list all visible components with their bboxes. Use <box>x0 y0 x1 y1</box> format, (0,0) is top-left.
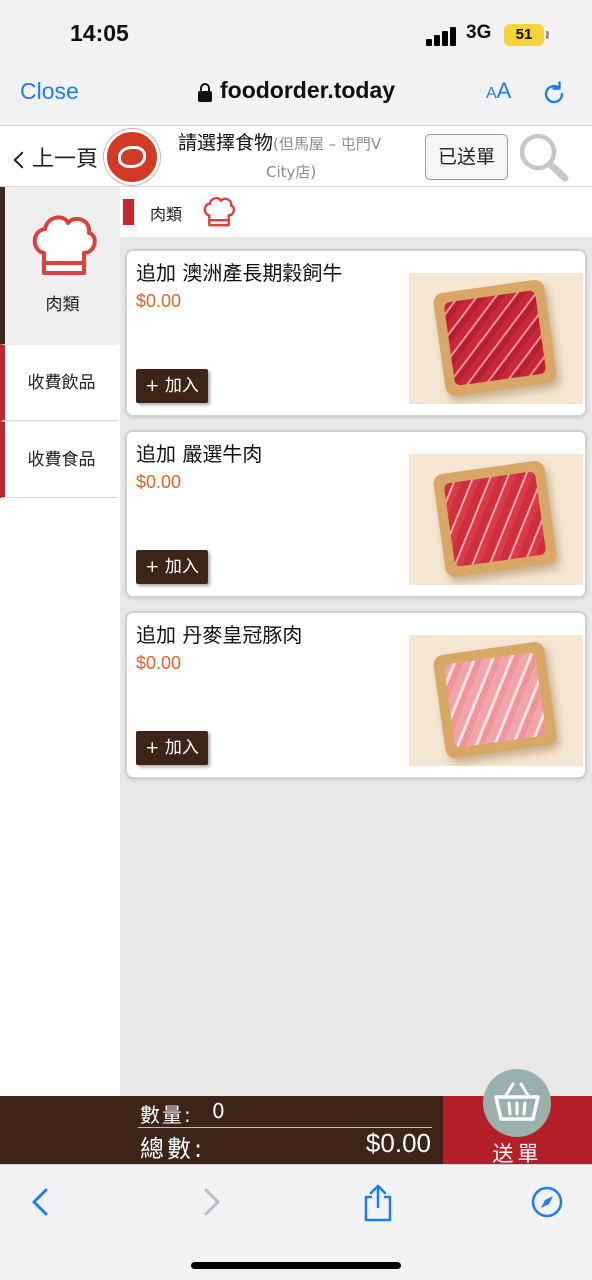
back-button[interactable]: 上一頁 <box>12 141 98 173</box>
restaurant-logo <box>104 129 160 185</box>
url-domain[interactable]: foodorder.today <box>220 77 395 104</box>
item-photo <box>409 454 583 585</box>
signal-icon <box>426 26 460 46</box>
text-size-large-glyph: A <box>496 78 512 103</box>
chef-hat-icon <box>203 196 236 227</box>
meat-tray-image <box>432 640 558 760</box>
category-label: 肉類 <box>45 295 80 315</box>
browser-url-bar: Close foodorder.today AA <box>0 66 592 126</box>
text-size-small-glyph: A <box>486 85 497 102</box>
category-sidebar: 肉類 收費飲品 收費食品 <box>0 187 120 1096</box>
chevron-left-icon <box>13 151 31 169</box>
lock-icon <box>198 83 212 103</box>
network-type: 3G <box>466 22 492 43</box>
page-title: 請選擇食物(但馬屋 – 屯門V <box>178 129 418 158</box>
share-icon[interactable] <box>362 1183 394 1223</box>
item-name: 追加 澳洲產長期穀飼牛 <box>136 261 343 285</box>
forward-arrow-icon[interactable] <box>198 1187 224 1217</box>
compass-icon[interactable] <box>530 1185 564 1219</box>
section-title: 肉類 <box>150 205 183 224</box>
battery-icon: 51 <box>504 24 549 46</box>
item-photo <box>409 273 583 404</box>
status-bar: 14:05 3G 51 <box>0 0 592 66</box>
category-item-paid-food[interactable]: 收費食品 <box>0 421 118 498</box>
home-indicator <box>191 1262 401 1269</box>
category-item-meat[interactable]: 肉類 <box>0 187 120 344</box>
text-size-button[interactable]: AA <box>486 78 511 104</box>
order-summary-bar: 數量: 0 總數: $0.00 <box>0 1096 443 1164</box>
back-label: 上一頁 <box>32 147 99 172</box>
status-time: 14:05 <box>70 20 129 46</box>
item-name: 追加 丹麥皇冠豚肉 <box>136 623 303 647</box>
add-item-button[interactable]: + 加入 <box>136 731 208 765</box>
shop-name-line2: City店) <box>266 163 317 181</box>
menu-item-card[interactable]: 追加 丹麥皇冠豚肉 $0.00 + 加入 <box>125 611 587 779</box>
quantity-label: 數量: <box>140 1103 193 1127</box>
section-header: 肉類 <box>120 187 592 237</box>
category-item-paid-drinks[interactable]: 收費飲品 <box>0 344 118 421</box>
app-header: 上一頁 請選擇食物(但馬屋 – 屯門V City店) 已送單 <box>0 127 592 187</box>
search-icon[interactable] <box>516 131 570 183</box>
quantity-value: 0 <box>212 1099 225 1123</box>
menu-item-card[interactable]: 追加 嚴選牛肉 $0.00 + 加入 <box>125 430 587 598</box>
item-price: $0.00 <box>136 291 182 311</box>
meat-tray-image <box>432 459 558 579</box>
section-accent-bar <box>123 199 134 225</box>
meat-tray-image <box>432 278 558 398</box>
add-item-button[interactable]: + 加入 <box>136 369 208 403</box>
item-name: 追加 嚴選牛肉 <box>136 442 263 466</box>
shop-name-line1: (但馬屋 – 屯門V <box>273 135 382 153</box>
sent-orders-button[interactable]: 已送單 <box>425 134 508 180</box>
reload-icon[interactable] <box>540 80 568 108</box>
menu-item-card[interactable]: 追加 澳洲產長期穀飼牛 $0.00 + 加入 <box>125 249 587 417</box>
item-price: $0.00 <box>136 472 182 492</box>
close-button[interactable]: Close <box>20 78 79 105</box>
item-photo <box>409 635 583 766</box>
page-title-text: 請選擇食物 <box>178 132 274 154</box>
item-price: $0.00 <box>136 653 182 673</box>
total-value: $0.00 <box>365 1128 431 1158</box>
chef-hat-icon <box>32 215 97 275</box>
back-arrow-icon[interactable] <box>28 1187 54 1217</box>
add-item-button[interactable]: + 加入 <box>136 550 208 584</box>
menu-content: 肉類 追加 澳洲產長期穀飼牛 $0.00 + 加入 追加 嚴選牛肉 $0.00 … <box>120 187 592 1096</box>
basket-icon[interactable] <box>483 1069 551 1137</box>
total-label: 總數: <box>140 1135 206 1163</box>
